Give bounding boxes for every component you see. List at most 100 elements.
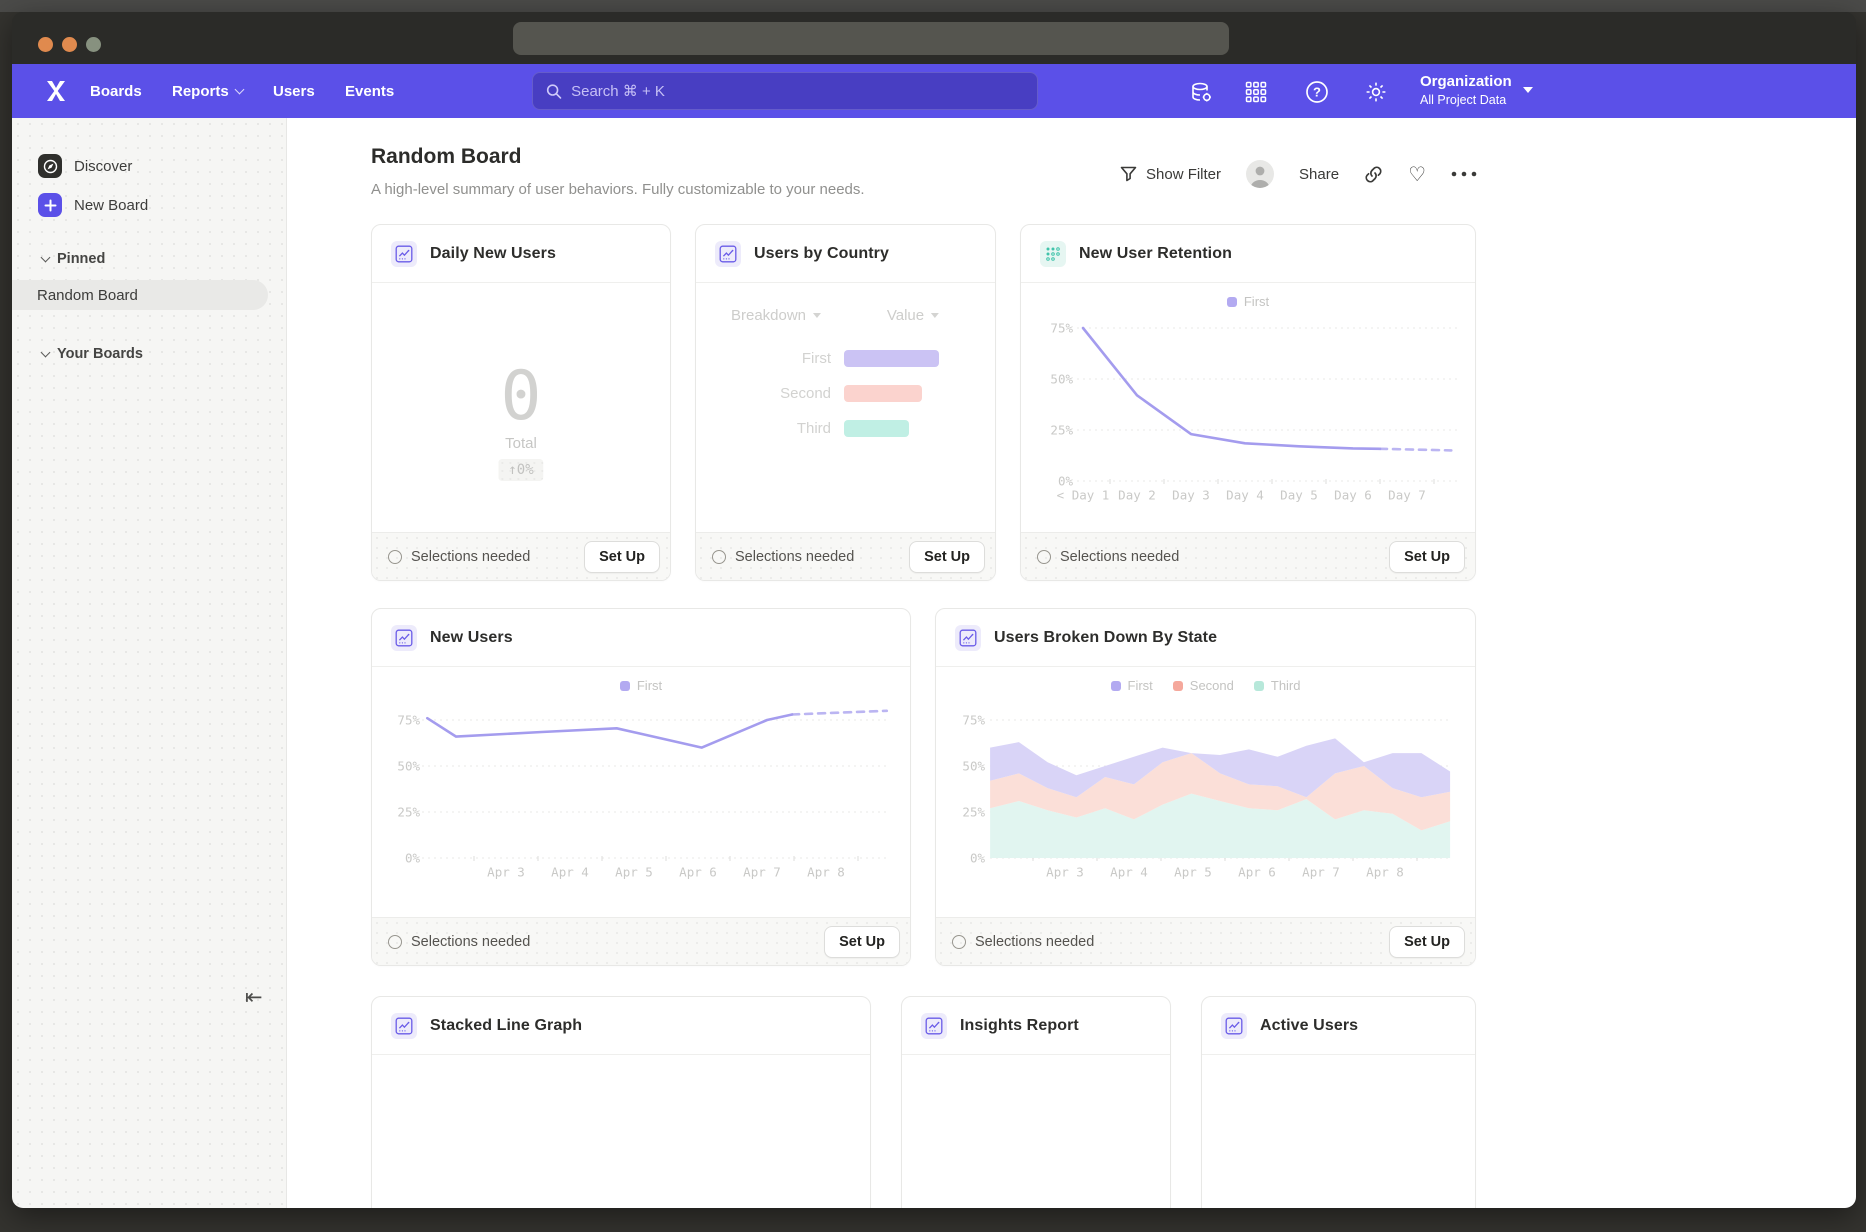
x-axis-label: Apr 6 bbox=[1238, 865, 1276, 880]
board-actions: Show Filter Share bbox=[1120, 157, 1477, 191]
breakdown-dropdown[interactable]: Breakdown bbox=[731, 307, 821, 324]
y-axis-label: 50% bbox=[1050, 372, 1073, 387]
chevron-down-icon bbox=[931, 313, 939, 318]
y-axis-label: 75% bbox=[962, 713, 985, 728]
nav-item-events[interactable]: Events bbox=[345, 64, 394, 118]
nav-item-boards[interactable]: Boards bbox=[90, 64, 142, 118]
set-up-button[interactable]: Set Up bbox=[1389, 541, 1465, 573]
global-search[interactable] bbox=[532, 72, 1038, 110]
line-chart-icon bbox=[391, 241, 417, 267]
card-new-user-retention: New User Retention First 75%50%25%0%< Da… bbox=[1020, 224, 1476, 581]
show-filter-button[interactable]: Show Filter bbox=[1120, 166, 1221, 183]
share-label: Share bbox=[1299, 166, 1339, 183]
bar bbox=[844, 420, 909, 437]
x-axis-label: Apr 3 bbox=[1046, 865, 1084, 880]
chevron-down-icon bbox=[41, 347, 51, 357]
x-axis-label: Apr 5 bbox=[1174, 865, 1212, 880]
minimize-window-button[interactable] bbox=[62, 37, 77, 52]
y-axis-label: 25% bbox=[397, 805, 420, 820]
card-title: Insights Report bbox=[960, 1017, 1079, 1035]
board-main: Random Board A high-level summary of use… bbox=[287, 118, 1856, 1208]
card-insights-report: Insights Report bbox=[901, 996, 1171, 1208]
sidebar-section-pinned[interactable]: Pinned bbox=[42, 251, 105, 267]
set-up-button[interactable]: Set Up bbox=[909, 541, 985, 573]
sidebar-label: New Board bbox=[74, 197, 148, 214]
mixpanel-logo-icon[interactable] bbox=[44, 79, 68, 103]
status-circle-icon bbox=[388, 935, 402, 949]
nav-item-users[interactable]: Users bbox=[273, 64, 315, 118]
x-axis-label: Day 6 bbox=[1334, 488, 1372, 503]
chevron-down-icon bbox=[1523, 87, 1533, 93]
settings-gear-icon[interactable] bbox=[1364, 80, 1388, 104]
address-bar[interactable] bbox=[513, 22, 1229, 55]
org-selector[interactable]: Organization All Project Data bbox=[1420, 72, 1533, 108]
nav-item-reports[interactable]: Reports bbox=[172, 64, 243, 118]
card-new-users: New Users First 75%50%25%0%Apr 3Apr 4Apr… bbox=[371, 608, 911, 966]
avatar[interactable] bbox=[1246, 160, 1274, 188]
favorite-button[interactable]: ♡ bbox=[1408, 164, 1426, 184]
top-nav: Boards Reports Users Events bbox=[12, 64, 1856, 118]
sidebar: Discover New Board Pinned bbox=[12, 118, 287, 1208]
card-footer: Selections needed Set Up bbox=[696, 532, 995, 580]
more-options-button[interactable] bbox=[1451, 171, 1477, 177]
row-label: Second bbox=[711, 385, 831, 402]
copy-link-button[interactable] bbox=[1364, 165, 1383, 184]
bar bbox=[844, 385, 922, 402]
nav-label: Reports bbox=[172, 83, 229, 100]
sidebar-item-new-board[interactable]: New Board bbox=[38, 193, 148, 217]
x-axis-label: Apr 7 bbox=[1302, 865, 1340, 880]
status-circle-icon bbox=[1037, 550, 1051, 564]
set-up-button[interactable]: Set Up bbox=[584, 541, 660, 573]
help-icon[interactable]: ? bbox=[1305, 80, 1329, 104]
page-title: Random Board bbox=[371, 145, 522, 169]
status-text: Selections needed bbox=[1060, 549, 1179, 565]
metric-label: Total bbox=[372, 435, 670, 452]
card-active-users: Active Users bbox=[1201, 996, 1476, 1208]
new-users-chart: 75%50%25%0%Apr 3Apr 4Apr 5Apr 6Apr 7Apr … bbox=[372, 667, 910, 917]
sidebar-section-your-boards[interactable]: Your Boards bbox=[42, 346, 143, 362]
stacked-area-chart: 75%50%25%0%Apr 3Apr 4Apr 5Apr 6Apr 7Apr … bbox=[936, 667, 1475, 917]
x-axis-label: Apr 4 bbox=[551, 865, 589, 880]
sidebar-item-discover[interactable]: Discover bbox=[38, 154, 132, 178]
close-window-button[interactable] bbox=[38, 37, 53, 52]
x-axis-label: Day 3 bbox=[1172, 488, 1210, 503]
zoom-window-button[interactable] bbox=[86, 37, 101, 52]
data-management-icon[interactable] bbox=[1189, 80, 1213, 104]
section-label: Your Boards bbox=[57, 346, 143, 362]
card-footer: Selections needed Set Up bbox=[1021, 532, 1475, 580]
card-title: Users by Country bbox=[754, 245, 889, 263]
x-axis-label: Day 7 bbox=[1388, 488, 1426, 503]
set-up-button[interactable]: Set Up bbox=[1389, 926, 1465, 958]
app-window: Boards Reports Users Events bbox=[12, 12, 1856, 1208]
line-chart-icon bbox=[391, 625, 417, 651]
status-text: Selections needed bbox=[388, 549, 530, 565]
ellipsis-icon bbox=[1451, 171, 1477, 177]
sidebar-label: Discover bbox=[74, 158, 132, 175]
line-chart-icon bbox=[715, 241, 741, 267]
line-chart-icon bbox=[955, 625, 981, 651]
chart-legend: FirstSecondThird bbox=[936, 678, 1475, 693]
bar bbox=[844, 350, 939, 367]
org-name: Organization bbox=[1420, 72, 1512, 92]
card-title: New Users bbox=[430, 629, 513, 647]
row-label: Third bbox=[711, 420, 831, 437]
chevron-down-icon bbox=[813, 313, 821, 318]
x-axis-label: Day 4 bbox=[1226, 488, 1264, 503]
sidebar-collapse-button[interactable]: ⇤ bbox=[245, 985, 263, 1009]
sidebar-item-random-board[interactable]: Random Board bbox=[12, 280, 268, 310]
card-title: Daily New Users bbox=[430, 245, 556, 263]
legend-item: Second bbox=[1173, 678, 1234, 693]
heart-icon: ♡ bbox=[1408, 164, 1426, 184]
svg-text:?: ? bbox=[1313, 85, 1321, 100]
y-axis-label: 0% bbox=[970, 851, 985, 866]
row-label: First bbox=[711, 350, 831, 367]
link-icon bbox=[1364, 165, 1383, 184]
set-up-button[interactable]: Set Up bbox=[824, 926, 900, 958]
status-text: Selections needed bbox=[975, 934, 1094, 950]
share-button[interactable]: Share bbox=[1299, 166, 1339, 183]
status-circle-icon bbox=[388, 550, 402, 564]
apps-grid-icon[interactable] bbox=[1244, 80, 1268, 104]
search-input[interactable] bbox=[571, 83, 1024, 100]
card-stacked-line-graph: Stacked Line Graph bbox=[371, 996, 871, 1208]
value-dropdown[interactable]: Value bbox=[887, 307, 939, 324]
